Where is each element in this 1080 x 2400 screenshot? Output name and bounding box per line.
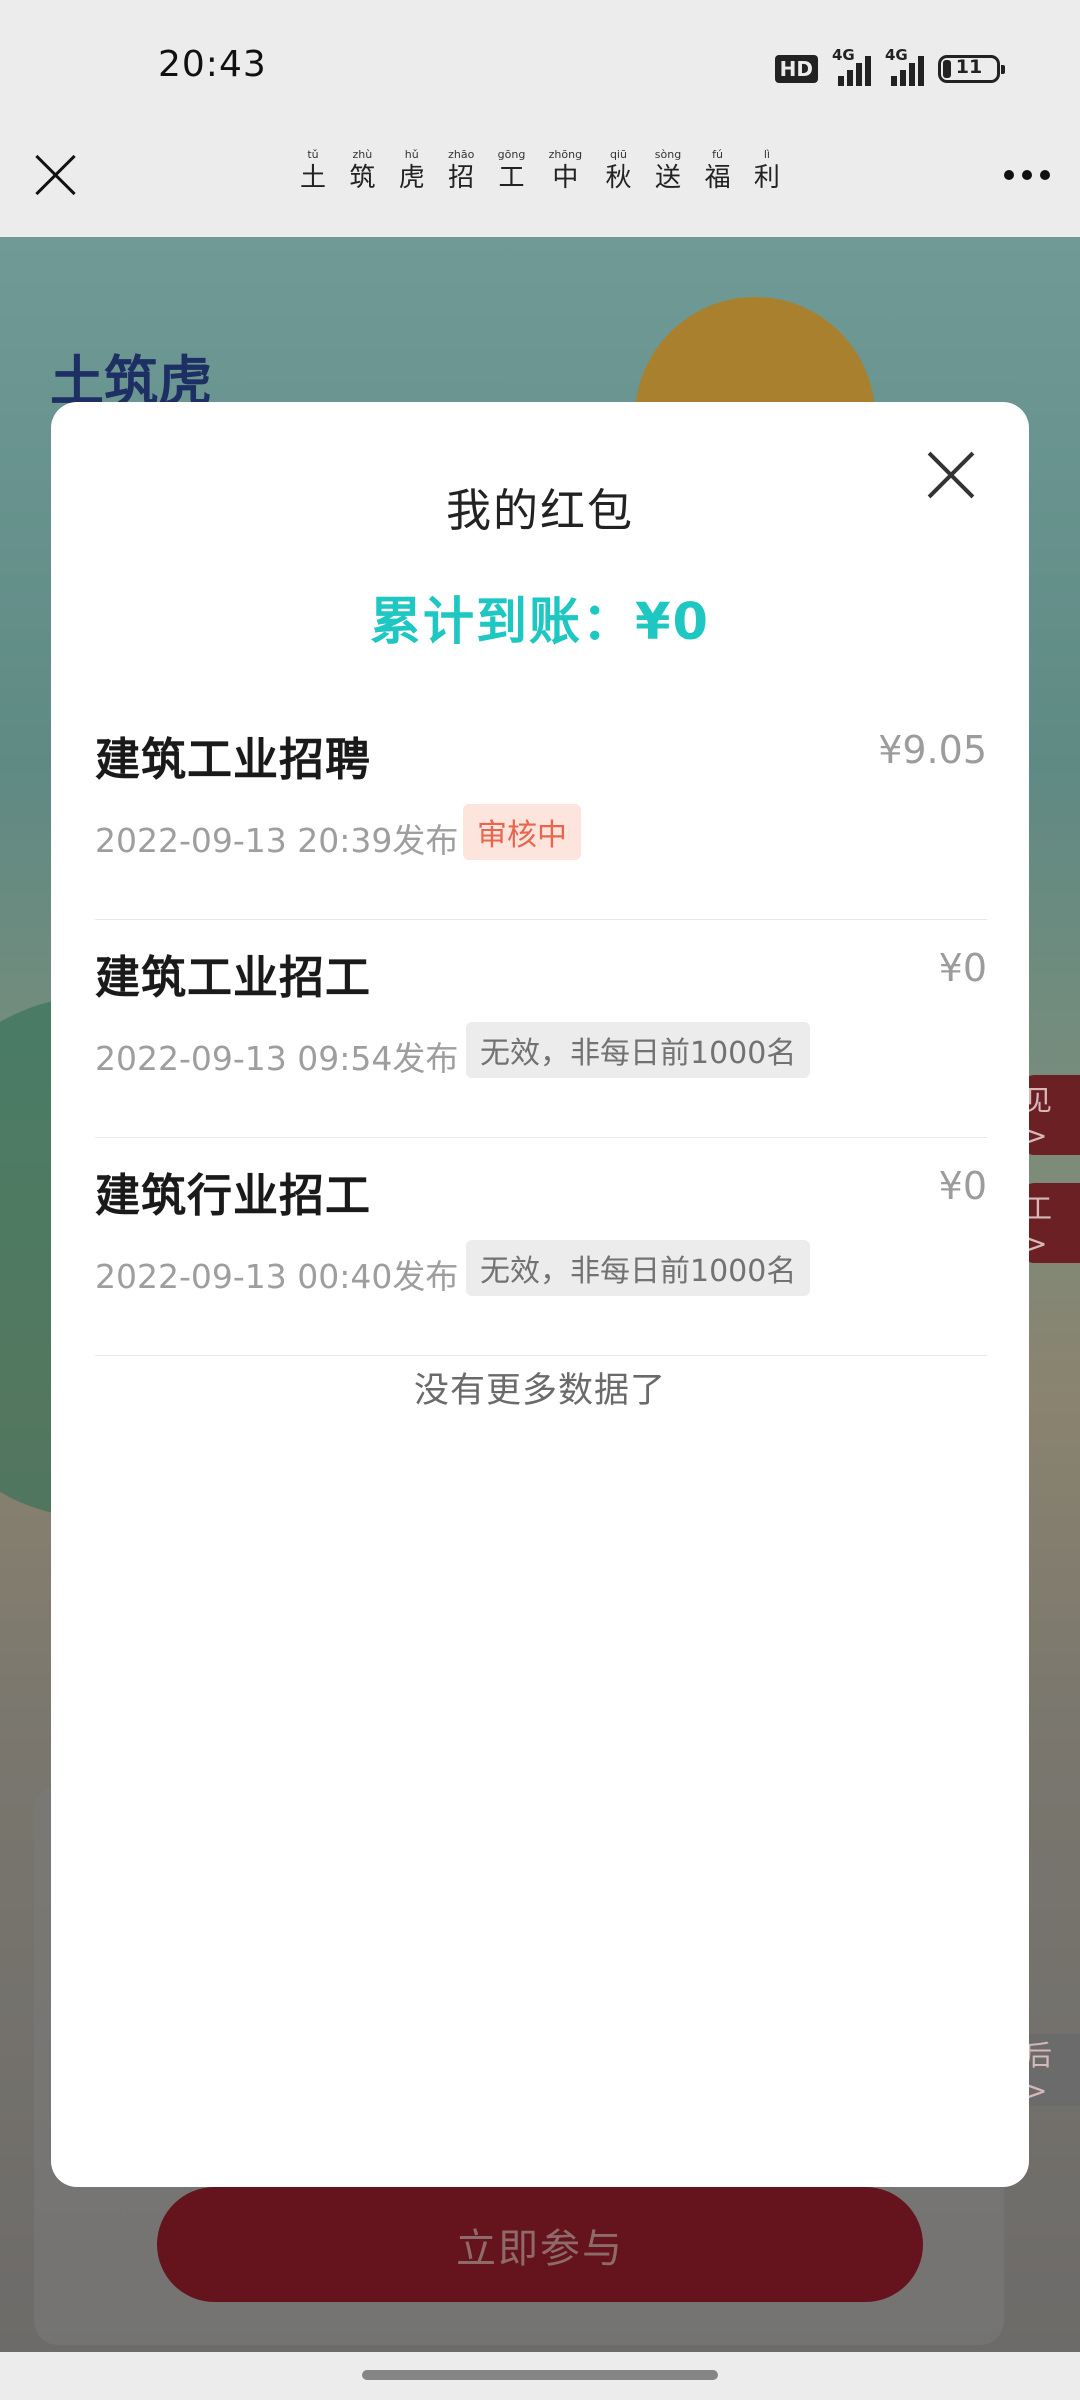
red-packet-modal: 我的红包 累计到账：¥0 建筑工业招聘 ¥9.05 2022-09-13 20:… xyxy=(51,402,1029,2187)
title-hanzi: 土 xyxy=(300,163,327,193)
title-char: qiū 秋 xyxy=(605,148,631,194)
title-pinyin: qiū xyxy=(609,148,627,161)
title-hanzi: 秋 xyxy=(605,163,632,193)
title-char: tǔ 土 xyxy=(300,148,326,194)
battery-level: 11 xyxy=(955,56,983,78)
title-pinyin: zhāo xyxy=(448,148,475,161)
title-pinyin: fú xyxy=(712,148,723,161)
title-pinyin: lì xyxy=(763,148,770,161)
item-date: 2022-09-13 09:54发布 xyxy=(95,1039,459,1078)
status-icons: HD 4G 4G 11 xyxy=(774,46,1005,86)
close-icon[interactable] xyxy=(30,150,80,200)
total-label: 累计到账： xyxy=(370,593,636,652)
total-value: ¥0 xyxy=(635,593,710,652)
list-item[interactable]: 建筑工业招聘 ¥9.05 2022-09-13 20:39发布 审核中 xyxy=(95,702,987,920)
more-icon[interactable] xyxy=(1004,170,1050,180)
item-amount: ¥0 xyxy=(938,1164,987,1208)
item-amount: ¥9.05 xyxy=(878,728,987,772)
title-pinyin: hǔ xyxy=(404,148,419,161)
status-bar: 20:43 HD 4G 4G 11 xyxy=(0,0,1080,130)
status-badge: 无效，非每日前1000名 xyxy=(466,1240,811,1296)
no-more-data-text: 没有更多数据了 xyxy=(413,1371,666,1411)
title-pinyin: tǔ xyxy=(307,148,319,161)
status-badge: 审核中 xyxy=(463,804,581,860)
hd-icon: HD xyxy=(774,55,818,83)
title-char: fú 福 xyxy=(705,148,731,194)
title-char: gōng 工 xyxy=(498,148,526,194)
title-char: zhōng 中 xyxy=(549,148,582,194)
title-char: zhù 筑 xyxy=(349,148,375,194)
title-pinyin: gōng xyxy=(497,148,526,161)
item-title: 建筑工业招工 xyxy=(95,951,372,1004)
title-pinyin: zhù xyxy=(352,148,373,161)
background-side-tag: 工 > xyxy=(1024,1183,1080,1263)
modal-title: 我的红包 xyxy=(445,484,634,537)
list-item[interactable]: 建筑行业招工 ¥0 2022-09-13 00:40发布 无效，非每日前1000… xyxy=(95,1138,987,1356)
item-amount: ¥0 xyxy=(938,946,987,990)
title-hanzi: 利 xyxy=(753,163,780,193)
background-side-tag: 后 > xyxy=(1024,2034,1080,2107)
total-received: 累计到账：¥0 xyxy=(51,580,1029,654)
background-side-tag: 见 > xyxy=(1024,1075,1080,1155)
title-char: lì 利 xyxy=(754,148,780,194)
title-hanzi: 福 xyxy=(704,163,731,193)
item-date: 2022-09-13 20:39发布 xyxy=(95,821,459,860)
item-title: 建筑行业招工 xyxy=(95,1169,372,1222)
title-char: sòng 送 xyxy=(655,148,681,194)
battery-icon: 11 xyxy=(938,55,1005,83)
signal-icon: 4G xyxy=(832,46,871,86)
status-badge: 无效，非每日前1000名 xyxy=(466,1022,811,1078)
home-indicator[interactable] xyxy=(362,2370,718,2380)
title-hanzi: 招 xyxy=(448,163,475,193)
signal-icon-2: 4G xyxy=(885,46,924,86)
title-pinyin: zhōng xyxy=(548,148,583,161)
title-hanzi: 工 xyxy=(498,163,525,193)
title-hanzi: 送 xyxy=(655,163,682,193)
title-char: hǔ 虎 xyxy=(399,148,425,194)
join-now-button: 立即参与 xyxy=(157,2187,923,2302)
red-packet-list: 建筑工业招聘 ¥9.05 2022-09-13 20:39发布 审核中 建筑工业… xyxy=(95,702,987,1356)
item-date: 2022-09-13 00:40发布 xyxy=(95,1257,459,1296)
title-pinyin: sòng xyxy=(654,148,682,161)
navigation-bar xyxy=(0,2352,1080,2400)
status-clock: 20:43 xyxy=(158,44,267,85)
title-char: zhāo 招 xyxy=(448,148,474,194)
page-title: tǔ 土 zhù 筑 hǔ 虎 zhāo 招 gōng 工 zhōng 中 qiū 秋 sòng 送 fú 福 lì… xyxy=(300,148,780,194)
title-bar: tǔ 土 zhù 筑 hǔ 虎 zhāo 招 gōng 工 zhōng 中 qiū 秋 sòng 送 fú 福 lì… xyxy=(0,130,1080,237)
title-hanzi: 筑 xyxy=(349,163,376,193)
item-title: 建筑工业招聘 xyxy=(95,733,372,786)
title-hanzi: 中 xyxy=(552,163,579,193)
list-item[interactable]: 建筑工业招工 ¥0 2022-09-13 09:54发布 无效，非每日前1000… xyxy=(95,920,987,1138)
modal-close-icon[interactable] xyxy=(928,452,974,498)
title-hanzi: 虎 xyxy=(398,163,425,193)
